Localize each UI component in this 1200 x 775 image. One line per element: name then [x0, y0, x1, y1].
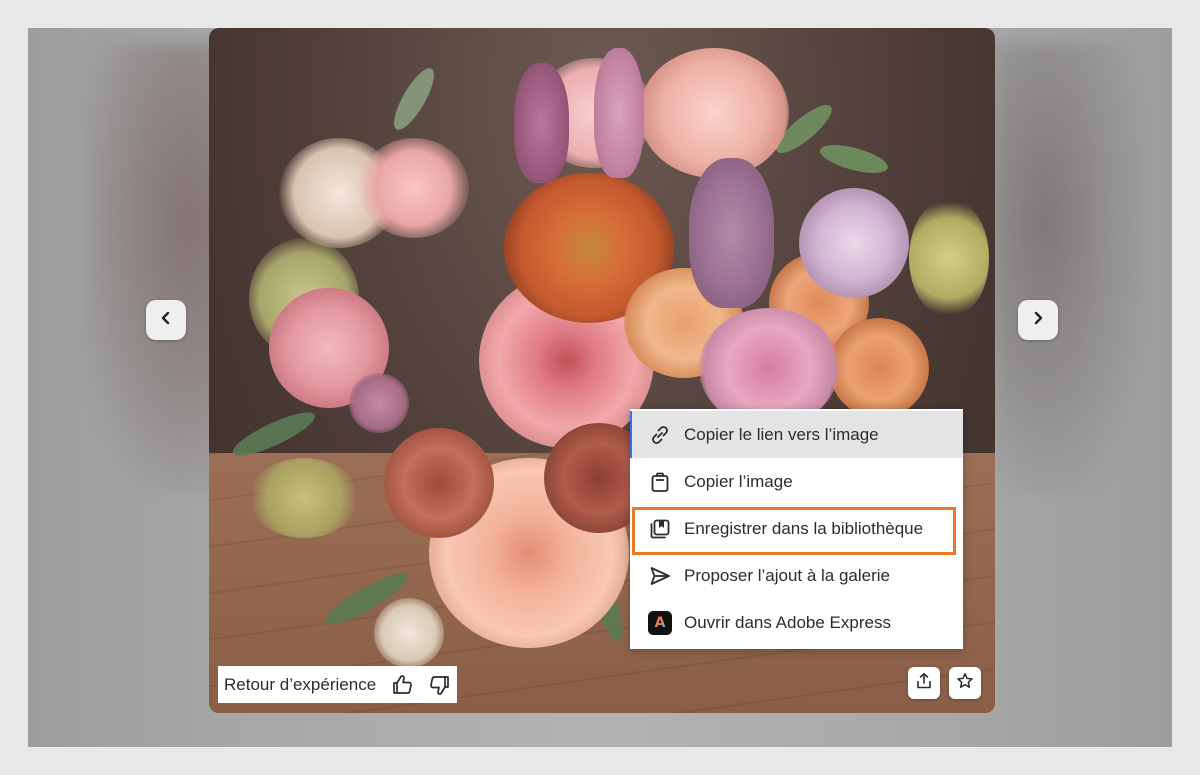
menu-item-copy-image[interactable]: Copier l’image [630, 458, 963, 505]
filler-flower [909, 198, 989, 318]
purple-spike-flower [514, 63, 569, 183]
send-icon [648, 564, 672, 588]
menu-item-copy-link[interactable]: Copier le lien vers l’image [630, 411, 963, 458]
next-image-preview [992, 43, 1142, 493]
share-icon [915, 672, 933, 695]
menu-item-label: Enregistrer dans la bibliothèque [684, 518, 924, 538]
context-menu: Copier le lien vers l’image Copier l’ima… [630, 409, 963, 649]
rust-ranunculus [384, 428, 494, 538]
star-icon [956, 672, 974, 695]
menu-item-label: Ouvrir dans Adobe Express [684, 612, 891, 632]
thumbs-down-icon[interactable] [428, 673, 452, 697]
filler-flower [249, 458, 359, 538]
leaf [817, 139, 891, 179]
fluffy-grass-flower [374, 598, 444, 668]
next-image-button[interactable] [1018, 300, 1058, 340]
adobe-express-icon: A [648, 610, 672, 635]
feedback-bar: Retour d’expérience [218, 666, 457, 703]
lavender-dahlia [799, 188, 909, 298]
chevron-right-icon [1030, 310, 1046, 331]
leaf [386, 63, 442, 135]
library-icon [648, 517, 672, 541]
pink-bud [349, 373, 409, 433]
menu-item-label: Copier l’image [684, 471, 793, 491]
link-icon [648, 423, 672, 447]
clipboard-icon [648, 470, 672, 494]
menu-item-label: Copier le lien vers l’image [684, 424, 879, 444]
share-button[interactable] [908, 667, 940, 699]
peach-rose [829, 318, 929, 418]
previous-image-button[interactable] [146, 300, 186, 340]
pink-rose [639, 48, 789, 178]
feedback-label: Retour d’expérience [224, 674, 377, 694]
menu-item-open-in-adobe-express[interactable]: A Ouvrir dans Adobe Express [630, 599, 963, 646]
purple-spike-flower [689, 158, 774, 308]
menu-item-submit-to-gallery[interactable]: Proposer l’ajout à la galerie [630, 552, 963, 599]
thumbs-up-icon[interactable] [390, 673, 414, 697]
chevron-left-icon [158, 310, 174, 331]
purple-spike-flower [594, 48, 644, 178]
menu-item-save-to-library[interactable]: Enregistrer dans la bibliothèque [630, 505, 963, 552]
pink-rose [359, 138, 469, 238]
menu-item-label: Proposer l’ajout à la galerie [684, 565, 891, 585]
favorite-button[interactable] [949, 667, 981, 699]
